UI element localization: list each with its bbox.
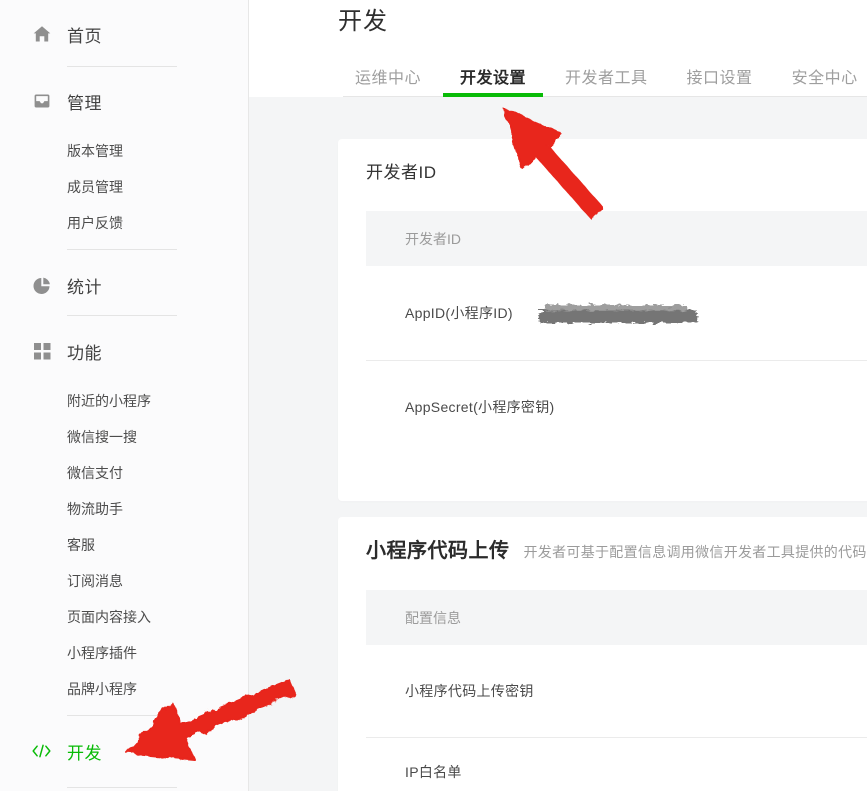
sidebar-item-wechat-pay[interactable]: 微信支付 [0,463,248,483]
pie-chart-icon [31,275,52,296]
sidebar-item-manage[interactable]: 管理 [0,87,248,115]
sidebar-item-features[interactable]: 功能 [0,337,248,365]
table-header-label: 开发者ID [405,229,461,249]
table-header-row: 配置信息 [366,590,867,645]
sidebar-item-nearby-miniprograms[interactable]: 附近的小程序 [0,391,248,411]
inbox-icon [31,91,52,112]
sidebar-item-label: 开发 [67,739,102,764]
card-subtitle: 开发者可基于配置信息调用微信开发者工具提供的代码上 [524,542,867,562]
sidebar-item-label: 功能 [67,339,102,364]
redacted-appid-scribble [531,298,707,328]
card-title-row: 小程序代码上传 开发者可基于配置信息调用微信开发者工具提供的代码上 [366,517,867,565]
tab-bar: 运维中心 开发设置 开发者工具 接口设置 安全中心 [343,62,867,97]
tab-operations-center[interactable]: 运维中心 [343,62,433,96]
upload-key-label: 小程序代码上传密钥 [405,681,534,701]
sidebar-divider [67,315,177,316]
sidebar-item-logistics-assistant[interactable]: 物流助手 [0,499,248,519]
sidebar-item-member-manage[interactable]: 成员管理 [0,177,248,197]
ip-whitelist-label: IP白名单 [405,762,462,782]
main-header: 开发 运维中心 开发设置 开发者工具 接口设置 安全中心 [249,0,867,97]
sidebar-item-wechat-search[interactable]: 微信搜一搜 [0,427,248,447]
tab-developer-tools[interactable]: 开发者工具 [553,62,660,96]
main-content: 开发 运维中心 开发设置 开发者工具 接口设置 安全中心 开发者ID 开发者ID… [249,0,867,791]
table-header-label: 配置信息 [405,608,461,628]
sidebar-item-label: 管理 [67,89,102,114]
tab-development-settings[interactable]: 开发设置 [448,62,538,96]
appsecret-label: AppSecret(小程序密钥) [405,397,555,417]
tab-api-settings[interactable]: 接口设置 [675,62,765,96]
content-area: 开发者ID 开发者ID AppID(小程序ID) [249,97,867,791]
sidebar-item-label: 统计 [67,273,102,298]
table-row-upload-key: 小程序代码上传密钥 [366,645,867,738]
code-icon [31,741,52,762]
grid-icon [31,341,52,362]
sidebar-item-miniprogram-plugin[interactable]: 小程序插件 [0,643,248,663]
sidebar-item-development[interactable]: 开发 [0,737,248,765]
table-header-row: 开发者ID [366,211,867,266]
sidebar-item-brand-miniprogram[interactable]: 品牌小程序 [0,679,248,699]
developer-id-card: 开发者ID 开发者ID AppID(小程序ID) [338,139,867,501]
sidebar-item-subscribe-message[interactable]: 订阅消息 [0,571,248,591]
page-title: 开发 [338,0,867,38]
sidebar-item-user-feedback[interactable]: 用户反馈 [0,213,248,233]
sidebar-divider [67,249,177,250]
sidebar-divider [67,66,177,67]
sidebar-item-statistics[interactable]: 统计 [0,271,248,299]
card-title: 开发者ID [366,139,867,185]
home-icon [31,24,52,45]
sidebar-item-version-manage[interactable]: 版本管理 [0,141,248,161]
code-upload-card: 小程序代码上传 开发者可基于配置信息调用微信开发者工具提供的代码上 配置信息 小… [338,517,867,791]
table-row-appid: AppID(小程序ID) [366,266,867,361]
table-row-ip-whitelist: IP白名单 [366,738,867,791]
sidebar-item-home[interactable]: 首页 [0,20,248,48]
sidebar-divider [67,715,177,716]
appid-label: AppID(小程序ID) [405,303,513,323]
wechat-miniprogram-console: 首页 管理 版本管理 成员管理 用户反馈 统计 [0,0,867,791]
sidebar-item-label: 首页 [67,22,102,47]
tab-security-center[interactable]: 安全中心 [780,62,867,96]
sidebar-divider [67,787,177,788]
sidebar-item-customer-service[interactable]: 客服 [0,535,248,555]
sidebar: 首页 管理 版本管理 成员管理 用户反馈 统计 [0,0,249,791]
sidebar-item-page-content-access[interactable]: 页面内容接入 [0,607,248,627]
table-row-appsecret: AppSecret(小程序密钥) [366,361,867,501]
card-title: 小程序代码上传 [366,537,510,565]
